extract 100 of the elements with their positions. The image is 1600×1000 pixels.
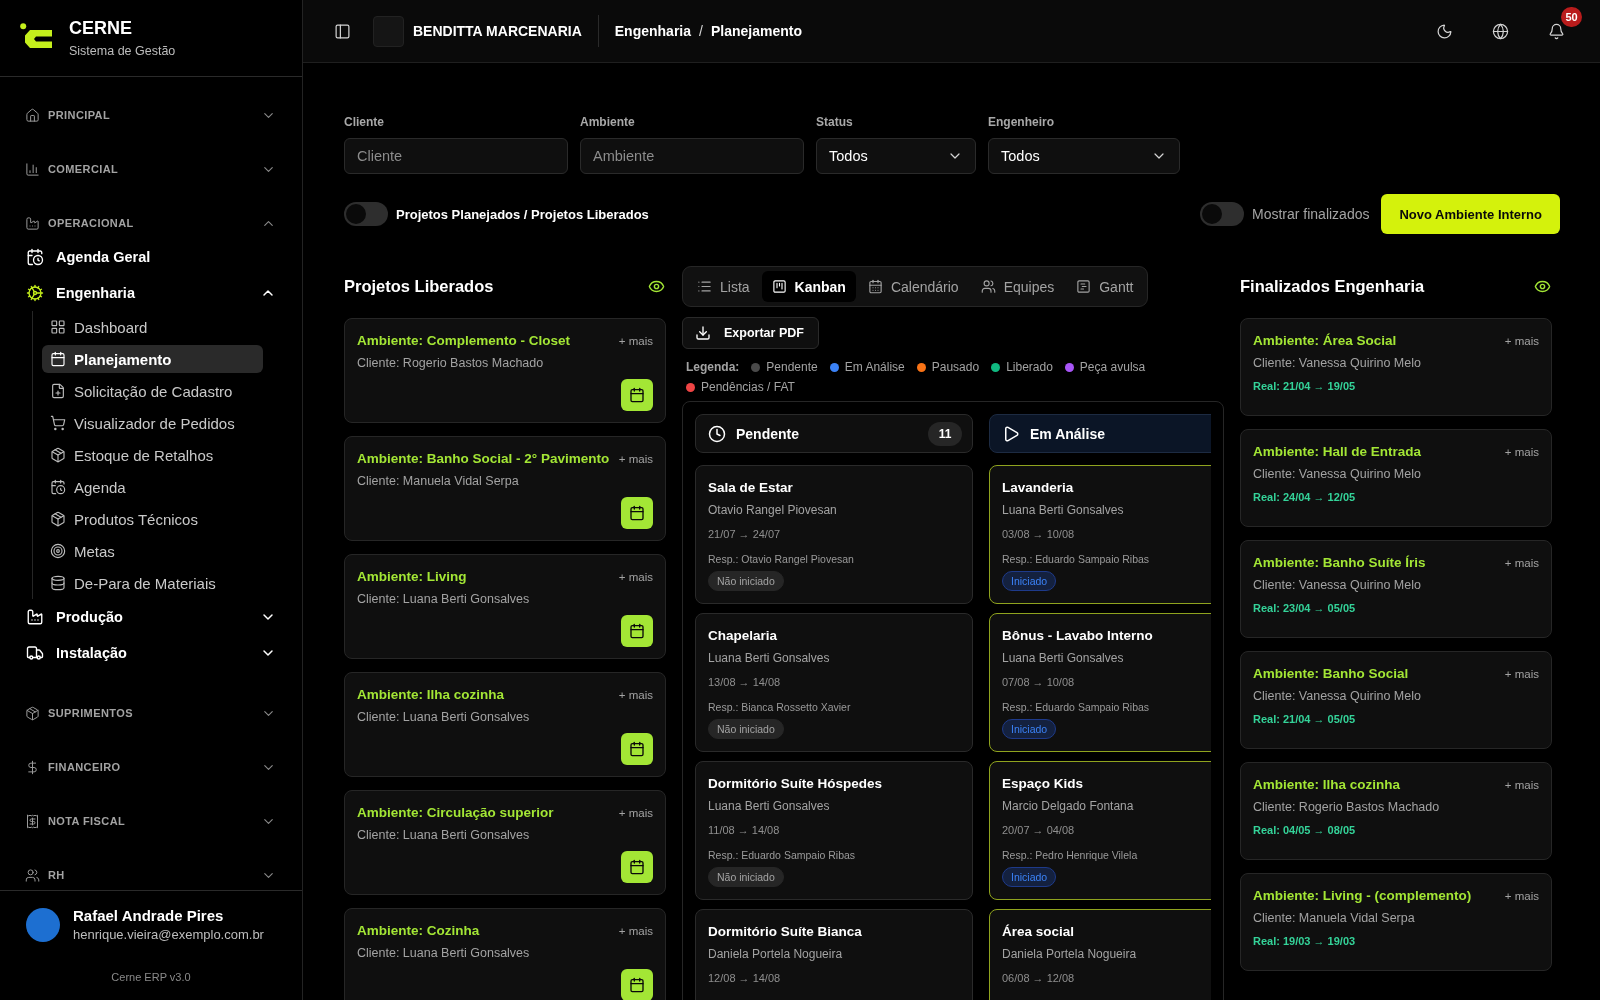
legend-item-label: Liberado (1006, 359, 1053, 376)
legend-item-label: Peça avulsa (1079, 359, 1146, 376)
filter-select[interactable]: Todos (816, 138, 976, 174)
card-title: Ambiente: Circulação superior (357, 804, 554, 822)
task-dates: 03/08 → 10/08 (1002, 527, 1076, 542)
more-link[interactable]: + mais (1504, 664, 1539, 684)
section-header[interactable]: SUPRIMENTOS (24, 701, 278, 725)
globe-icon (1491, 22, 1509, 40)
nav-item[interactable]: Agenda Geral (24, 239, 278, 275)
card-title: Ambiente: Banho Social - 2° Pavimento (357, 450, 610, 468)
nav-subitem[interactable]: Visualizador de Pedidos (42, 409, 263, 437)
calendar-icon (629, 977, 645, 993)
panel-icon (333, 22, 351, 40)
task-client: Otavio Rangel Piovesan (708, 502, 838, 519)
task-card[interactable]: Lavanderia Luana Berti Gonsalves 03/08 → 10/08 Resp.: Eduardo Sampaio Ribas Iniciado (989, 465, 1211, 604)
section-header[interactable]: FINANCEIRO (24, 755, 278, 779)
nav-item[interactable]: Instalação (24, 635, 278, 671)
task-card[interactable]: Espaço Kids Marcio Delgado Fontana 20/07 → 04/08 Resp.: Pedro Henrique Vilela Iniciado (989, 761, 1211, 900)
breadcrumb-link[interactable]: Engenharia (614, 23, 691, 39)
more-link[interactable]: + mais (618, 803, 653, 823)
export-pdf-button[interactable]: Exportar PDF (682, 317, 819, 349)
target-icon (50, 543, 66, 559)
nav-subitem[interactable]: Agenda (42, 473, 263, 501)
card-title: Ambiente: Complemento - Closet (357, 332, 570, 350)
client-name: Cliente: Rogerio Bastos Machado (1253, 799, 1441, 816)
view-tab[interactable]: Equipes (970, 271, 1065, 302)
calendar-button[interactable] (621, 379, 653, 411)
nav-subitem[interactable]: De-Para de Materiais (42, 569, 263, 597)
task-card[interactable]: Chapelaria Luana Berti Gonsalves 13/08 → 14/08 Resp.: Bianca Rossetto Xavier Não iniciado (695, 613, 973, 752)
column-title: Projetos Liberados (344, 276, 494, 296)
real-dates: Real: 19/03 → 19/03 (1253, 934, 1357, 949)
view-tab[interactable]: Kanban (761, 271, 856, 302)
new-environment-button[interactable]: Novo Ambiente Interno (1381, 194, 1560, 234)
task-client: Daniela Portela Nogueira (708, 946, 844, 963)
card-title: Ambiente: Banho Social (1253, 665, 1409, 683)
more-link[interactable]: + mais (1504, 331, 1539, 351)
calendar-button[interactable] (621, 615, 653, 647)
file-plus-icon (50, 383, 66, 399)
more-link[interactable]: + mais (618, 685, 653, 705)
calendar-button[interactable] (621, 969, 653, 1000)
section-header[interactable]: PRINCIPAL (24, 103, 278, 127)
section-header[interactable]: RH (24, 863, 278, 887)
task-card[interactable]: Bônus - Lavabo Interno Luana Berti Gonsalves 07/08 → 10/08 Resp.: Eduardo Sampaio Ribas Iniciado (989, 613, 1211, 752)
more-link[interactable]: + mais (618, 567, 653, 587)
task-title: Dormitório Suíte Bianca (708, 923, 863, 941)
toggle-switch[interactable] (344, 202, 388, 226)
real-dates: Real: 24/04 → 12/05 (1253, 490, 1357, 505)
real-dates: Real: 23/04 → 05/05 (1253, 601, 1357, 616)
section-header[interactable]: COMERCIAL (24, 157, 278, 181)
list-icon (697, 279, 712, 294)
view-tab[interactable]: Calendário (857, 271, 969, 302)
task-title: Chapelaria (708, 627, 779, 645)
calendar-button[interactable] (621, 497, 653, 529)
nav-subitem[interactable]: Solicitação de Cadastro (42, 377, 263, 405)
view-tab[interactable]: Gantt (1066, 271, 1144, 302)
client-name: Cliente: Luana Berti Gonsalves (357, 945, 531, 962)
task-responsible: Resp.: Pedro Henrique Vilela (1002, 848, 1139, 863)
card-title: Ambiente: Living - (complemento) (1253, 887, 1472, 905)
task-card[interactable]: Área social Daniela Portela Nogueira 06/08 → 12/08 (989, 909, 1211, 1000)
calendar-icon (629, 859, 645, 875)
filter-input[interactable]: Cliente (344, 138, 568, 174)
more-link[interactable]: + mais (1504, 775, 1539, 795)
section-header[interactable]: NOTA FISCAL (24, 809, 278, 833)
task-dates: 21/07 → 24/07 (708, 527, 782, 542)
nav-subitem[interactable]: Produtos Técnicos (42, 505, 263, 533)
filter-select[interactable]: Todos (988, 138, 1180, 174)
view-tab[interactable]: Lista (687, 271, 760, 302)
task-dates: 11/08 → 14/08 (708, 823, 781, 838)
more-link[interactable]: + mais (1504, 442, 1539, 462)
task-card[interactable]: Dormitório Suíte Hóspedes Luana Berti Gonsalves 11/08 → 14/08 Resp.: Eduardo Sampaio Ribas Não iniciado (695, 761, 973, 900)
card-title: Ambiente: Ilha cozinha (1253, 776, 1401, 794)
play-icon (1002, 424, 1020, 443)
task-title: Espaço Kids (1002, 775, 1085, 793)
more-link[interactable]: + mais (618, 921, 653, 941)
nav-subitem[interactable]: Planejamento (42, 345, 263, 373)
more-link[interactable]: + mais (1504, 553, 1539, 573)
task-card[interactable]: Dormitório Suíte Bianca Daniela Portela Nogueira 12/08 → 14/08 (695, 909, 973, 1000)
more-link[interactable]: + mais (1504, 886, 1539, 906)
section-header[interactable]: OPERACIONAL (24, 211, 278, 235)
calendar-button[interactable] (621, 733, 653, 765)
moon-icon (1435, 22, 1453, 40)
nav-subitem[interactable]: Metas (42, 537, 263, 565)
download-icon (695, 325, 711, 341)
dollar-icon (25, 759, 40, 775)
task-card[interactable]: Sala de Estar Otavio Rangel Piovesan 21/07 → 24/07 Resp.: Otavio Rangel Piovesan Não iniciado (695, 465, 973, 604)
status-badge: Iniciado (1002, 867, 1057, 887)
more-link[interactable]: + mais (618, 449, 653, 469)
card-title: Ambiente: Ilha cozinha (357, 686, 505, 704)
filter-input[interactable]: Ambiente (580, 138, 804, 174)
nav-item[interactable]: Produção (24, 599, 278, 635)
toggle-switch[interactable] (1199, 202, 1244, 226)
client-name: Cliente: Manuela Vidal Serpa (1253, 910, 1416, 927)
nav-subitem[interactable]: Estoque de Retalhos (42, 441, 263, 469)
calendar-button[interactable] (621, 851, 653, 883)
nav-item[interactable]: Engenharia (24, 275, 278, 311)
users-icon (980, 279, 996, 294)
nav-subitem[interactable]: Dashboard (42, 313, 263, 341)
clock-icon (708, 424, 726, 443)
more-link[interactable]: + mais (618, 331, 653, 351)
receipt-icon (25, 813, 40, 829)
